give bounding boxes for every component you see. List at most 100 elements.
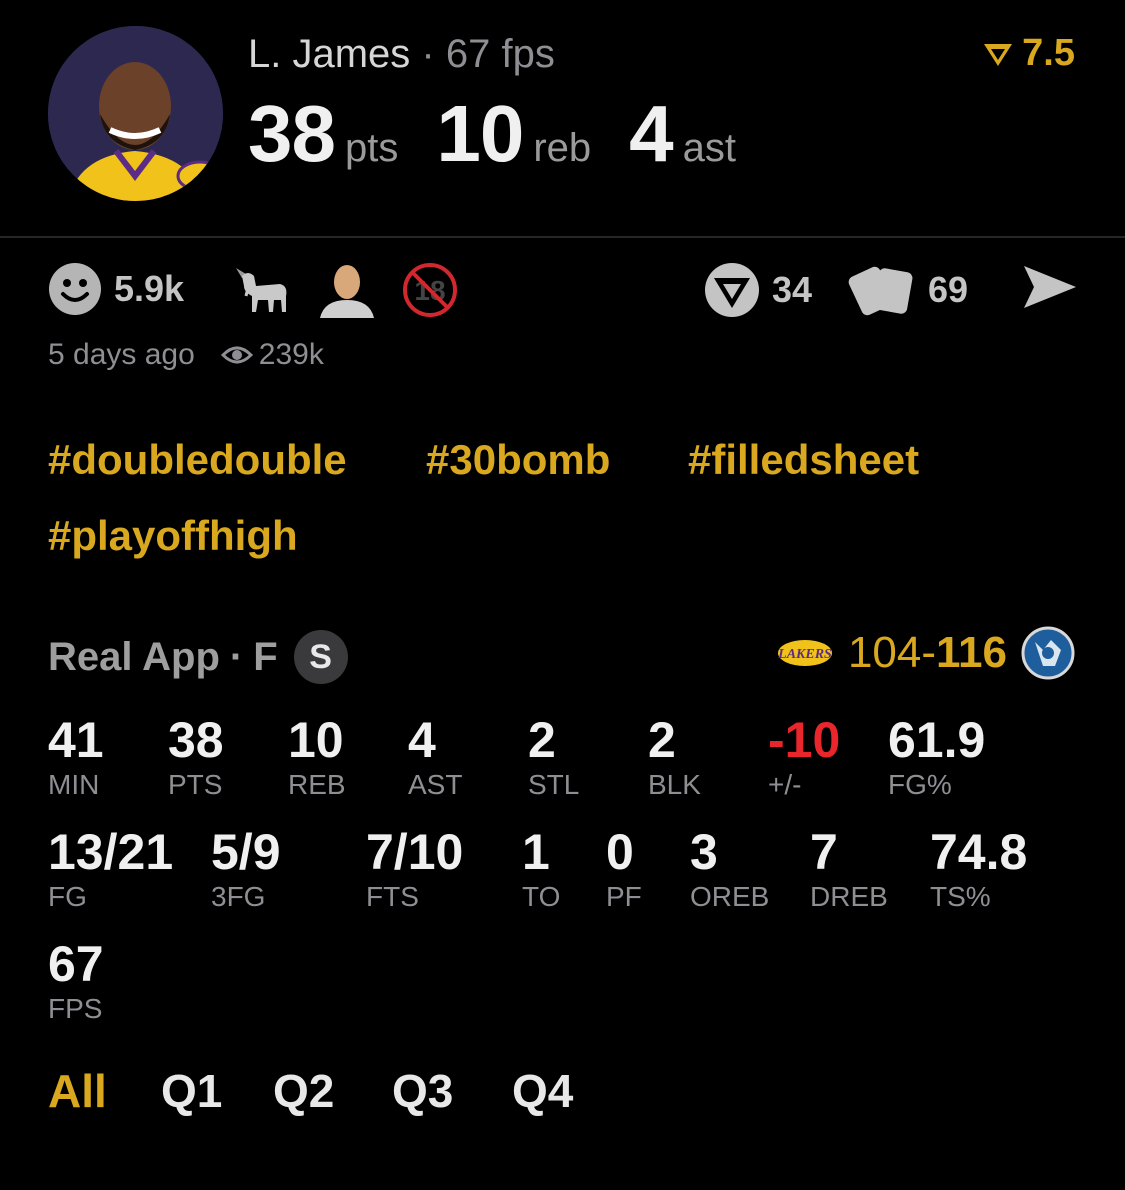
headline-ast-value: 4 [629,89,673,178]
stat-fps: 67 FPS [48,936,104,1024]
tab-q3[interactable]: Q3 [392,1064,453,1118]
stat-label: PTS [168,769,223,800]
stat-plus-minus: -10 +/- [768,712,840,800]
stat-fg: 13/21 FG [48,824,173,912]
headline-stats: 38 pts 10 reb 4 ast [248,88,774,180]
hashtag[interactable]: #doubledouble [48,436,347,484]
stat-value: 38 [168,712,224,768]
eye-icon [220,346,253,364]
tab-q1[interactable]: Q1 [161,1064,222,1118]
stat-pts: 38 PTS [168,712,224,800]
stat-value: 7 [810,824,838,880]
stat-label: TS% [930,881,991,912]
stat-blk: 2 BLK [648,712,701,800]
stat-label: 3FG [211,881,266,912]
svg-text:LAKERS: LAKERS [777,647,832,662]
stat-label: BLK [648,769,701,800]
hashtag[interactable]: #filledsheet [688,436,919,484]
smile-reaction[interactable]: 5.9k [48,262,184,316]
stat-value: 0 [606,824,634,880]
source-separator: · [229,634,244,679]
stat-label: FG% [888,769,952,800]
post-meta: 5 days ago 239k [48,338,324,372]
smile-count: 5.9k [114,268,185,309]
stat-value: 41 [48,712,104,768]
score-dash: - [921,628,937,677]
stat-stl: 2 STL [528,712,579,800]
timberwolves-logo-icon [1021,626,1075,680]
stat-label: FG [48,881,87,912]
stat-value: 74.8 [930,824,1028,880]
game-status: F [253,634,278,679]
stat-ts-pct: 74.8 TS% [930,824,1027,912]
stat-value: 67 [48,936,104,992]
no-eighteen-icon: 18 [403,263,457,317]
person-reaction-icon [318,262,376,318]
no-18-reaction[interactable]: 18 [402,262,458,318]
lakers-logo-icon: LAKERS [777,640,832,666]
stat-3fg: 5/9 3FG [211,824,281,912]
stat-label: TO [522,881,561,912]
hashtag[interactable]: #playoffhigh [48,512,298,560]
rating-value: 7.5 [1022,32,1075,74]
view-count: 239k [220,338,324,372]
stat-label: +/- [768,769,802,800]
stat-label: MIN [48,769,100,800]
game-source: Real App · F S [48,630,348,684]
avatar-reaction[interactable] [318,262,376,318]
header-divider [0,236,1125,238]
stat-label: STL [528,769,580,800]
stat-label: AST [408,769,463,800]
source-name: Real App [48,634,220,679]
cards-button[interactable]: 69 [846,262,968,318]
comments-button[interactable]: 34 [704,262,812,318]
stat-min: 41 MIN [48,712,104,800]
name-separator: · [421,32,435,76]
smile-icon [49,263,101,315]
goat-icon [236,268,287,312]
stat-ast: 4 AST [408,712,462,800]
comment-count: 34 [772,269,813,310]
stat-label: FTS [366,881,419,912]
stat-value: 3 [690,824,718,880]
cards-count: 69 [928,269,969,310]
stat-reb: 10 REB [288,712,346,800]
player-name[interactable]: L. James [248,32,410,76]
stat-label: OREB [690,881,770,912]
season-badge: S [293,630,348,684]
cards-icon [848,266,913,316]
tab-all[interactable]: All [48,1064,107,1118]
stat-label: FPS [48,993,103,1024]
headline-pts-unit: pts [344,126,399,170]
rating-badge[interactable]: 7.5 [982,32,1075,75]
stat-dreb: 7 DREB [810,824,888,912]
tab-q2[interactable]: Q2 [273,1064,334,1118]
stat-value: 5/9 [211,824,281,880]
hashtag[interactable]: #30bomb [426,436,610,484]
stat-label: PF [606,881,642,912]
stat-value: 2 [528,712,556,768]
game-score[interactable]: LAKERS 104-116 [776,626,1075,680]
score-opponent: 116 [936,628,1007,677]
player-avatar[interactable] [48,26,223,201]
stat-value: 10 [288,712,344,768]
headline-reb-unit: reb [533,126,592,170]
stat-value: 4 [408,712,436,768]
stat-value: -10 [768,712,841,768]
player-name-line: L. James · 67 fps [248,32,555,77]
stat-value: 1 [522,824,550,880]
stat-label: REB [288,769,346,800]
tab-q4[interactable]: Q4 [512,1064,573,1118]
player-photo-icon [48,26,223,201]
send-button[interactable] [1020,262,1078,312]
fps-summary: 67 fps [445,32,555,76]
goat-reaction[interactable] [234,262,292,316]
stat-to: 1 TO [522,824,560,912]
stat-value: 7/10 [366,824,464,880]
stat-fg-pct: 61.9 FG% [888,712,985,800]
stat-pf: 0 PF [606,824,642,912]
comment-logo-icon [705,263,759,317]
headline-pts-value: 38 [248,89,336,178]
send-icon [1024,266,1076,308]
real-logo-icon [984,43,1013,66]
